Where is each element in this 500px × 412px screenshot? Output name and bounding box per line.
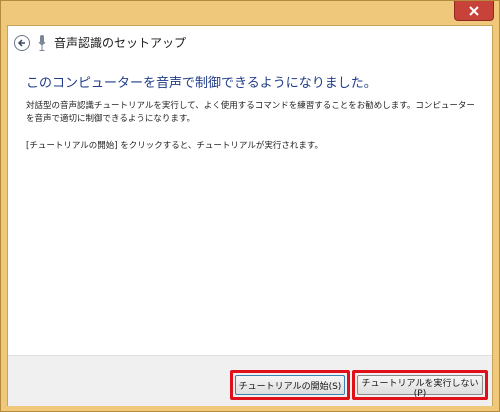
microphone-icon [38, 35, 46, 51]
start-tutorial-button[interactable]: チュートリアルの開始(S) [235, 375, 345, 395]
button-bar: チュートリアルの開始(S) チュートリアルを実行しない(P) [8, 355, 492, 406]
skip-button-highlight: チュートリアルを実行しない(P) [352, 370, 488, 400]
instruction-text: [チュートリアルの開始] をクリックすると、チュートリアルが実行されます。 [26, 141, 323, 151]
close-icon [469, 5, 479, 16]
title-bar [1, 1, 499, 25]
window-title: 音声認識のセットアップ [54, 36, 187, 50]
back-arrow-icon [17, 39, 25, 47]
main-content: このコンピューターを音声で制御できるようになりました。 対話型の音声認識チュート… [8, 60, 492, 355]
description-text: 対話型の音声認識チュートリアルを実行して、よく使用するコマンドを練習することをお… [26, 101, 475, 124]
setup-window: 音声認識のセットアップ このコンピューターを音声で制御できるようになりました。 … [0, 0, 500, 412]
window-client: 音声認識のセットアップ このコンピューターを音声で制御できるようになりました。 … [7, 25, 493, 406]
navigation-bar: 音声認識のセットアップ [8, 26, 492, 60]
start-button-highlight: チュートリアルの開始(S) [230, 370, 350, 400]
close-button[interactable] [454, 1, 494, 21]
page-heading: このコンピューターを音声で制御できるようになりました。 [26, 76, 377, 91]
skip-tutorial-button[interactable]: チュートリアルを実行しない(P) [357, 375, 483, 399]
back-button[interactable] [14, 35, 30, 51]
